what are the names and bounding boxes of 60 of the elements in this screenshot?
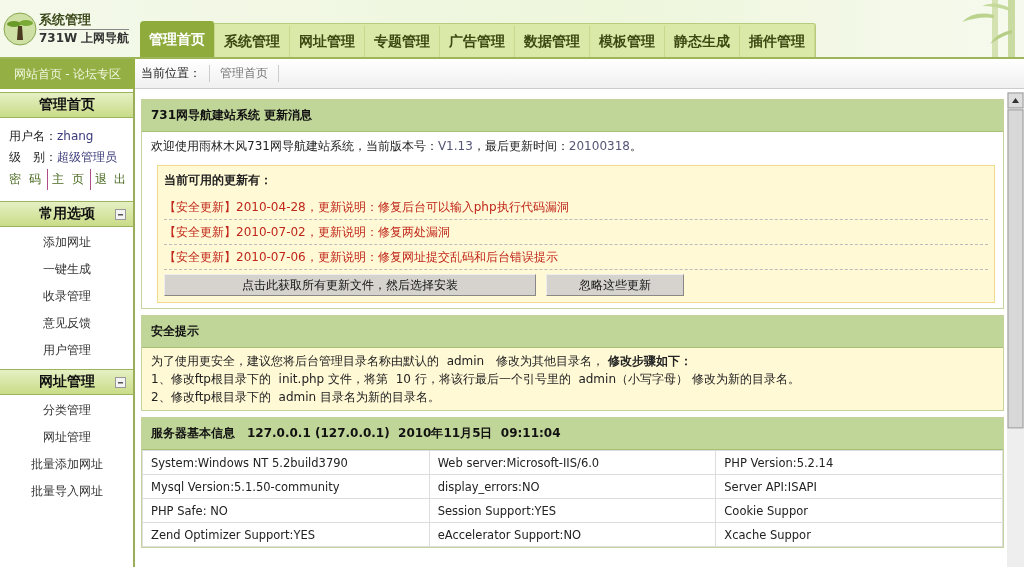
security-tip: 2、修改ftp根目录下的 admin 目录名为新的目录名。	[151, 389, 441, 406]
user-link[interactable]: 主 页	[46, 169, 90, 190]
table-cell: System:Windows NT 5.2build3790	[142, 450, 430, 475]
get-updates-button[interactable]: 点击此获取所有更新文件，然后选择安装	[164, 274, 536, 296]
sidebar-item[interactable]: 一键生成	[42, 256, 91, 283]
sidebar-section-header[interactable]: 网址管理	[0, 369, 133, 395]
update-item: 【安全更新】2010-04-28，更新说明：修复后台可以输入php执行代码漏洞	[164, 195, 988, 220]
tree-logo-icon	[3, 11, 37, 46]
user-label: 级 别：	[9, 150, 57, 164]
table-cell: Cookie Suppor	[715, 498, 1003, 523]
sidebar-item[interactable]: 网址管理	[42, 424, 91, 451]
sidebar-item[interactable]: 用户管理	[42, 337, 91, 364]
sidebar-item[interactable]: 批量导入网址	[30, 478, 103, 505]
nav-tab[interactable]: 模板管理	[590, 26, 665, 57]
security-tip: 为了使用更安全，建议您将后台管理目录名称由默认的 admin 修改为其他目录名， 修改步骤如下：	[151, 353, 693, 370]
sidebar-item[interactable]: 意见反馈	[42, 310, 91, 337]
nav-tab[interactable]: 广告管理	[440, 26, 515, 57]
collapse-icon[interactable]	[115, 377, 126, 388]
panel-title: 安全提示	[142, 316, 1003, 348]
breadcrumb-label: 当前位置：	[141, 65, 201, 82]
sidebar-section-header[interactable]: 常用选项	[0, 201, 133, 227]
logo-subtitle: 731W 上网导航	[39, 29, 130, 47]
nav-tab[interactable]: 插件管理	[740, 26, 815, 57]
user-link[interactable]: 退 出	[89, 169, 133, 190]
table-cell: eAccelerator Support:NO	[429, 522, 716, 547]
panel-title: 731网导航建站系统 更新消息	[142, 100, 1003, 132]
table-cell: Mysql Version:5.1.50-community	[142, 474, 430, 499]
table-cell: PHP Version:5.2.14	[715, 450, 1003, 475]
nav-tab[interactable]: 网址管理	[290, 26, 365, 57]
updates-heading: 当前可用的更新有：	[164, 172, 273, 189]
table-cell: Web server:Microsoft-IIS/6.0	[429, 450, 716, 475]
nav-tab[interactable]: 系统管理	[215, 26, 290, 57]
update-item: 【安全更新】2010-07-06，更新说明：修复网址提交乱码和后台错误提示	[164, 245, 988, 270]
user-link[interactable]: 密 码	[9, 169, 47, 190]
sidebar-heading: 管理首页	[0, 92, 133, 118]
welcome-text: 欢迎使用雨林木风731网导航建站系统，当前版本号：V1.13，最后更新时间：20100318。	[150, 138, 643, 155]
sidebar-item[interactable]: 分类管理	[42, 397, 91, 424]
table-cell: PHP Safe: NO	[142, 498, 430, 523]
server-details: 127.0.0.1 (127.0.0.1) 2010年11月5日 09:11:04	[247, 425, 561, 442]
security-tip: 1、修改ftp根目录下的 init.php 文件，将第 10 行，将该行最后一个引号里的 admin（小写字母） 修改为新的目录名。	[151, 371, 801, 388]
sidebar-item[interactable]: 批量添加网址	[30, 451, 103, 478]
user-value: 超级管理员	[57, 150, 117, 164]
ignore-updates-button[interactable]: 忽略这些更新	[546, 274, 684, 296]
table-cell: Xcache Suppor	[715, 522, 1003, 547]
collapse-icon[interactable]	[115, 209, 126, 220]
update-item: 【安全更新】2010-07-02，更新说明：修复两处漏洞	[164, 220, 988, 245]
table-cell: display_errors:NO	[429, 474, 716, 499]
table-cell: Session Support:YES	[429, 498, 716, 523]
breadcrumb-item[interactable]: 管理首页	[209, 65, 279, 82]
user-label: 用户名：	[9, 129, 57, 143]
sidebar-item[interactable]: 收录管理	[42, 283, 91, 310]
sidebar-item[interactable]: 添加网址	[42, 229, 91, 256]
table-cell: Server API:ISAPI	[715, 474, 1003, 499]
panel-title: 服务器基本信息	[151, 425, 235, 442]
logo-title: 系统管理	[39, 10, 130, 30]
nav-tab[interactable]: 数据管理	[515, 26, 590, 57]
nav-tab[interactable]: 专题管理	[365, 26, 440, 57]
nav-tab[interactable]: 静态生成	[665, 26, 740, 57]
user-value: zhang	[57, 129, 94, 143]
table-cell: Zend Optimizer Support:YES	[142, 522, 430, 547]
